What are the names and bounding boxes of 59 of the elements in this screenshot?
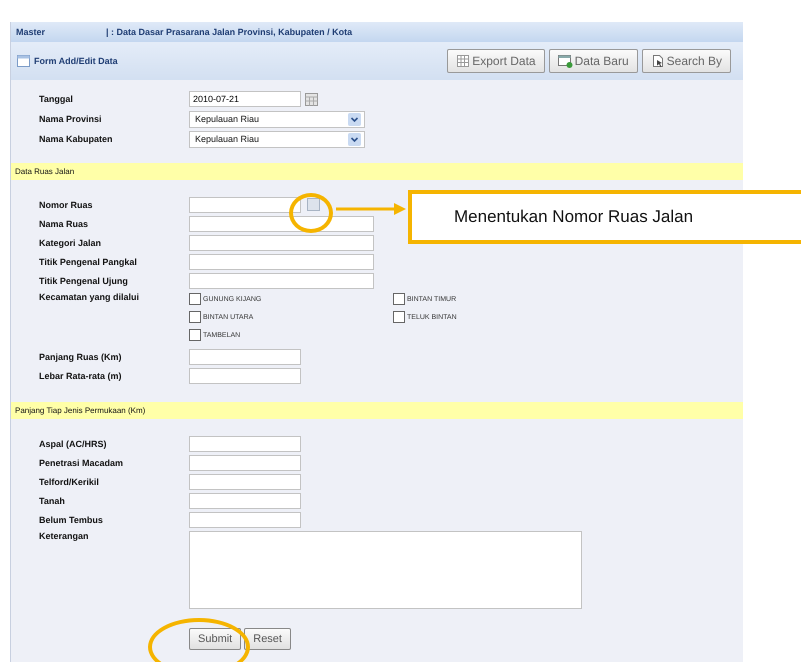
window-plus-icon — [558, 54, 573, 68]
section-title: Panjang Tiap Jenis Permukaan (Km) — [15, 406, 146, 415]
caret-icon — [348, 132, 361, 146]
field-label: Kecamatan yang dilalui — [39, 292, 140, 302]
field-label: Nama Ruas — [39, 218, 90, 228]
field-label: Telford/Kerikil — [39, 476, 100, 486]
checkbox[interactable] — [189, 329, 201, 341]
input-field[interactable] — [189, 436, 301, 452]
input-field[interactable] — [189, 492, 301, 508]
field-label: Penetrasi Macadam — [39, 458, 124, 468]
field-label: Belum Tembus — [39, 514, 104, 524]
lookup-icon[interactable] — [307, 198, 320, 211]
arrow — [336, 202, 408, 216]
form-button[interactable]: Reset — [244, 628, 291, 650]
field-label: Kategori Jalan — [39, 238, 102, 248]
input-field[interactable] — [189, 454, 301, 470]
input-field[interactable] — [189, 272, 374, 288]
field-label: Keterangan — [39, 531, 90, 541]
date-field[interactable]: 2010-07-21 — [189, 91, 301, 107]
field-label: Titik Pengenal Ujung — [39, 276, 129, 286]
input-field[interactable] — [189, 512, 301, 528]
field-label: Nomor Ruas — [39, 200, 94, 210]
text-area[interactable] — [189, 531, 582, 609]
dropdown[interactable]: Kepulauan Riau — [189, 110, 365, 128]
callout-text: Menentukan Nomor Ruas Jalan — [408, 190, 801, 244]
caret-icon — [348, 112, 361, 126]
checkbox[interactable] — [393, 293, 405, 305]
section-title: Data Ruas Jalan — [15, 167, 74, 176]
field-label: Tanah — [39, 496, 66, 506]
input-field[interactable] — [189, 216, 374, 232]
form-title: Form Add/Edit Data — [34, 56, 118, 66]
field-label: Tanggal — [39, 94, 74, 104]
field-label: Nama Provinsi — [39, 114, 103, 124]
section-title: Master — [15, 27, 46, 37]
input-field[interactable] — [189, 254, 374, 270]
breadcrumb: | : Data Dasar Prasarana Jalan Provinsi, Kabupaten / Kota — [106, 27, 352, 37]
field-label: Titik Pengenal Pangkal — [39, 256, 138, 266]
input-field[interactable] — [189, 196, 301, 212]
form-button[interactable]: Submit — [189, 628, 242, 650]
checkbox[interactable] — [393, 311, 405, 323]
document-cursor-icon — [650, 54, 665, 68]
field-label: Lebar Rata-rata (m) — [39, 370, 123, 380]
toolbar-button[interactable]: Export Data — [447, 49, 545, 73]
highlight-circle — [289, 193, 333, 233]
field-label: Nama Kabupaten — [39, 134, 114, 144]
dropdown[interactable]: Kepulauan Riau — [189, 130, 365, 148]
toolbar-button[interactable]: Data Baru — [548, 49, 638, 73]
field-label: Aspal (AC/HRS) — [39, 438, 108, 448]
checkbox[interactable] — [189, 311, 201, 323]
checkbox[interactable] — [189, 293, 201, 305]
grid-icon — [456, 54, 470, 68]
input-field[interactable] — [189, 474, 301, 490]
input-field[interactable] — [189, 234, 374, 250]
field-label: Panjang Ruas (Km) — [39, 352, 123, 362]
calendar-icon[interactable] — [305, 92, 318, 106]
input-field[interactable] — [189, 348, 301, 364]
toolbar-button[interactable]: Search By — [642, 49, 731, 73]
form-icon — [17, 55, 30, 67]
input-field[interactable] — [189, 368, 301, 384]
